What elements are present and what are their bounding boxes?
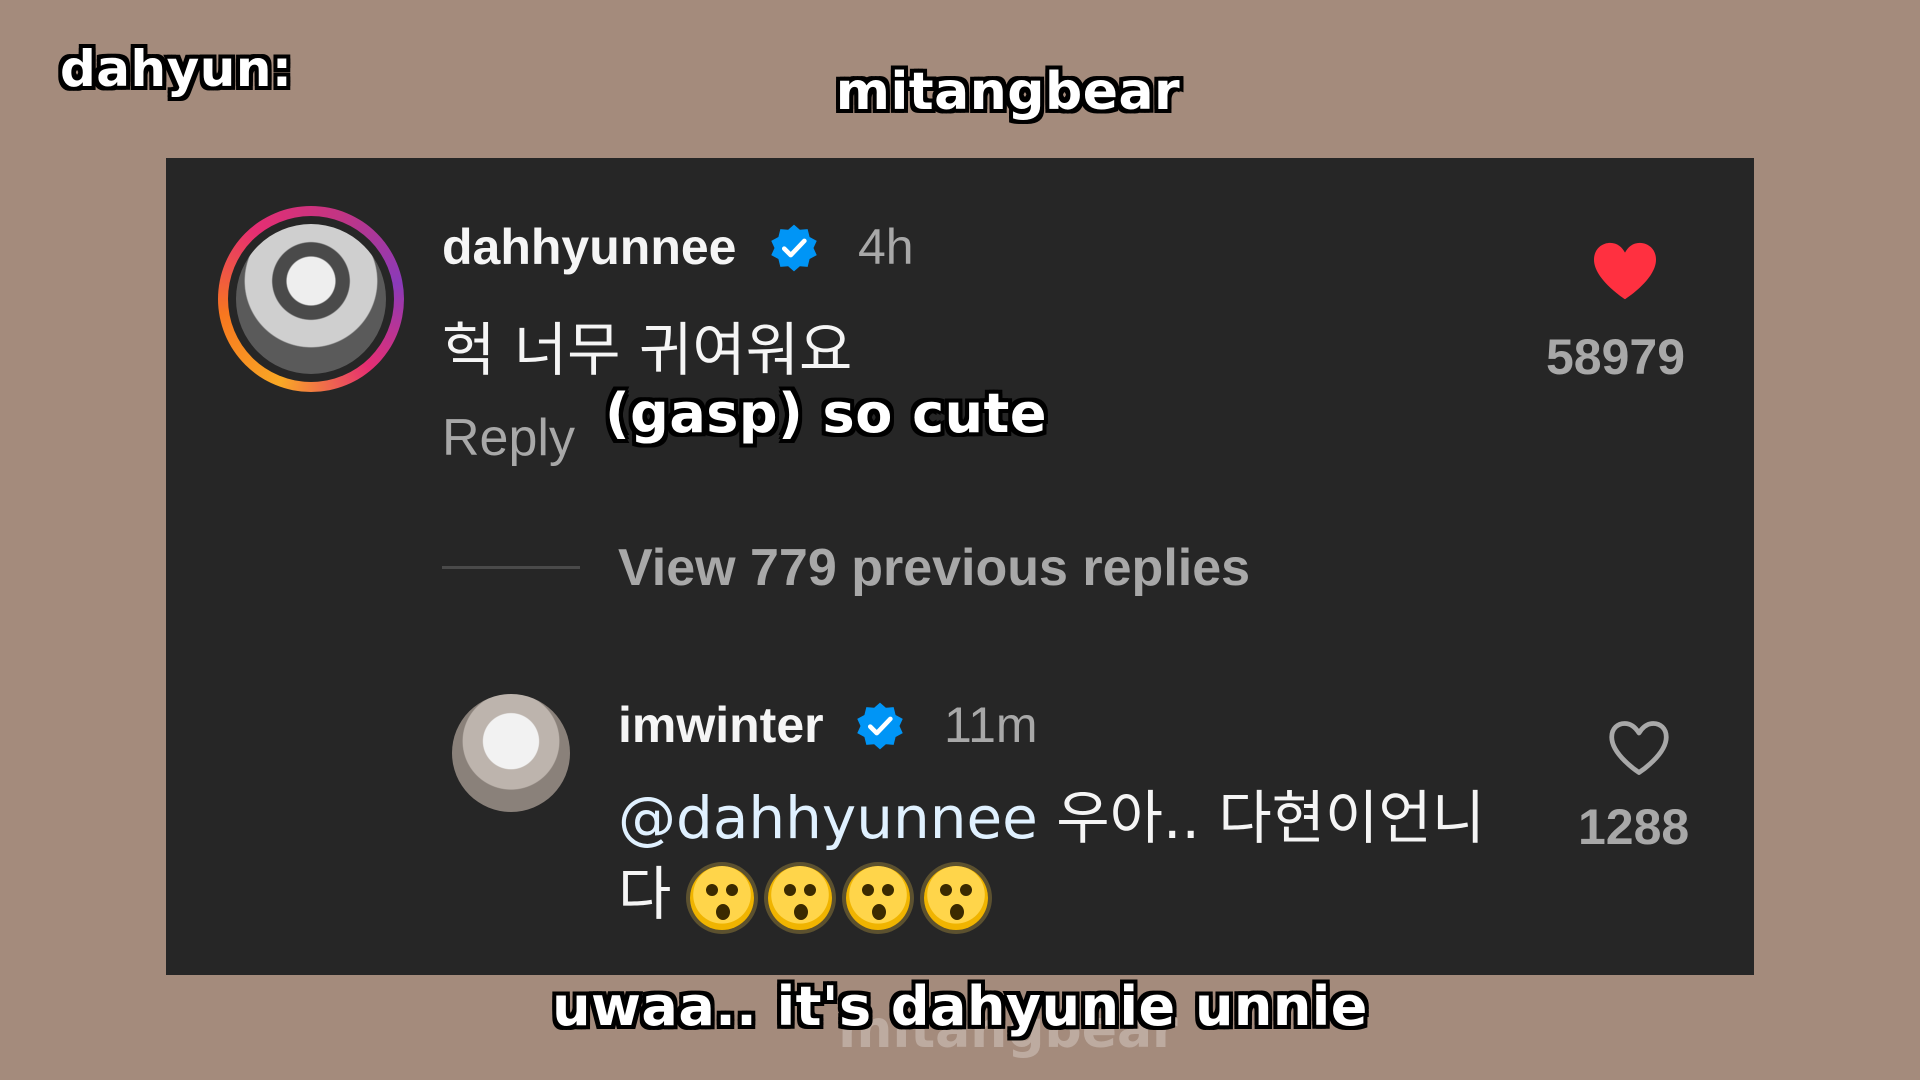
avatar-border [228, 216, 394, 382]
replies-divider [442, 566, 580, 569]
astonished-face-icon [689, 865, 754, 930]
astonished-face-icon [767, 865, 832, 930]
astonished-face-icon [845, 865, 910, 930]
avatar-imwinter[interactable] [452, 694, 570, 812]
comment-text: 헉 너무 귀여워요 [442, 316, 853, 384]
subtitle-translation-1: (gasp) so cute [605, 382, 1047, 445]
mention-link[interactable]: @dahhyunnee [618, 784, 1038, 852]
verified-badge-icon [857, 702, 903, 750]
astonished-face-icon [923, 865, 988, 930]
reply-timestamp: 11m [944, 697, 1038, 753]
comment-username[interactable]: dahhyunnee [442, 218, 736, 276]
heart-filled-icon[interactable] [1590, 240, 1660, 302]
comment-timestamp: 4h [858, 219, 914, 275]
like-count: 58979 [1546, 329, 1686, 385]
subtitle-translation-2: uwaa.. it's dahyunie unnie [552, 975, 1368, 1038]
reply-button[interactable]: Reply [442, 408, 575, 468]
view-previous-replies-link[interactable]: View 779 previous replies [618, 538, 1250, 598]
emoji-group [689, 860, 1002, 930]
reply-text: @dahhyunnee 우아.. 다현이언니다 [618, 780, 1518, 932]
reply-like-count: 1288 [1578, 799, 1690, 855]
comments-panel: dahhyunnee 4h 헉 너무 귀여워요 Reply 58979 View… [166, 158, 1754, 975]
heart-outline-icon[interactable] [1606, 718, 1672, 778]
watermark-top: mitangbear [835, 62, 1181, 122]
reply-username[interactable]: imwinter [618, 696, 824, 754]
story-ring-avatar[interactable] [218, 206, 404, 392]
verified-badge-icon [771, 224, 817, 272]
avatar-dahhyunnee [236, 224, 386, 374]
